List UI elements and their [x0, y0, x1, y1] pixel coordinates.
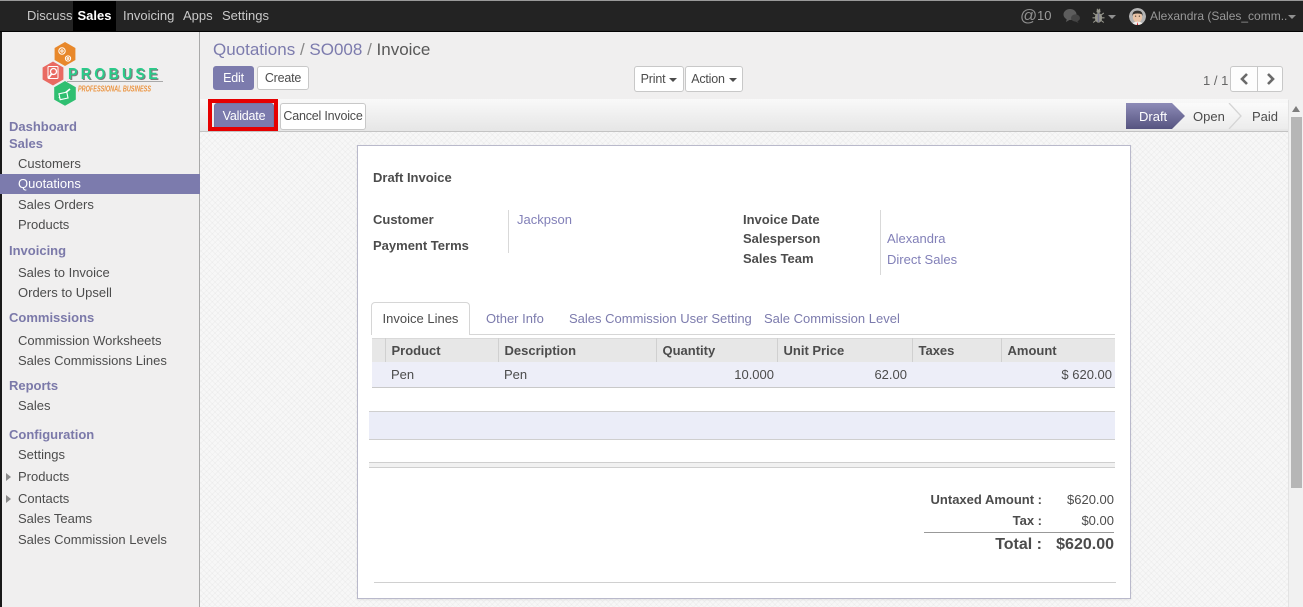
svg-text:PROFESSIONAL BUSINESS: PROFESSIONAL BUSINESS [78, 85, 152, 94]
svg-text:PROBUSE: PROBUSE [68, 66, 161, 83]
svg-text:Draft: Draft [1139, 109, 1168, 124]
svg-text:Open: Open [1193, 109, 1225, 124]
svg-text:Paid: Paid [1252, 109, 1278, 124]
